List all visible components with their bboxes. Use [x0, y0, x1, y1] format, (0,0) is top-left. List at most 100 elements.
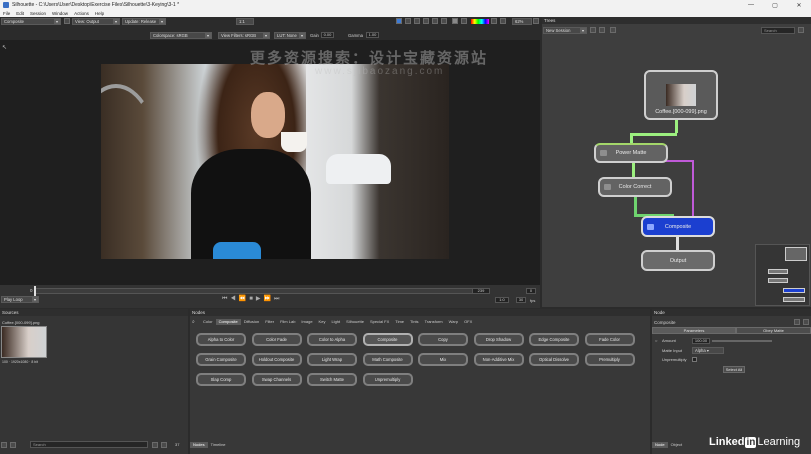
playhead[interactable] [34, 286, 36, 296]
matte-input-select[interactable]: Alpha ▾ [692, 347, 724, 354]
tab-color[interactable]: Color [200, 319, 216, 325]
close-button[interactable]: ✕ [787, 2, 811, 9]
fps-field[interactable]: 30 [516, 297, 526, 303]
tab-ofx[interactable]: OFX [461, 319, 475, 325]
trees-search[interactable]: Search [761, 27, 795, 34]
trees-menu-icon[interactable] [798, 27, 804, 33]
node-button-grain-composite[interactable]: Grain Composite [196, 353, 246, 366]
node-button-holdout-composite[interactable]: Holdout Composite [251, 353, 302, 366]
update-select[interactable]: Update: Release ▾ [122, 18, 166, 25]
mask-icon[interactable] [500, 18, 506, 24]
tab-silhouette[interactable]: Silhouette [343, 319, 367, 325]
list-view-icon[interactable] [152, 442, 158, 448]
node-button-color-to-alpha[interactable]: Color to Alpha [307, 333, 357, 346]
tab-key[interactable]: Key [316, 319, 329, 325]
menu-actions[interactable]: Actions [74, 11, 89, 16]
tree-settings-icon[interactable] [599, 27, 605, 33]
frame-current-field[interactable]: 239 [472, 288, 490, 294]
tab-obey-matte[interactable]: Obey Matte [736, 327, 811, 334]
node-button-light-wrap[interactable]: Light Wrap [307, 353, 357, 366]
amount-slider[interactable] [712, 340, 772, 342]
node-button-optical-dissolve[interactable]: Optical Dissolve [529, 353, 579, 366]
loop-select[interactable]: Play Loop ▾ [1, 296, 39, 303]
tab-parameters[interactable]: Parameters [652, 327, 736, 334]
pin-icon[interactable] [794, 319, 800, 325]
tab-light[interactable]: Light [328, 319, 343, 325]
grid-icon[interactable] [405, 18, 411, 24]
node-button-edge-composite[interactable]: Edge Composite [529, 333, 579, 346]
view-select[interactable]: View: Output ▾ [72, 18, 120, 25]
session-select[interactable]: New Session ▾ [543, 27, 587, 34]
mode-select[interactable]: Composite ▾ [1, 18, 61, 25]
zoom-icon[interactable] [414, 18, 420, 24]
node-button-mix[interactable]: Mix [418, 353, 468, 366]
overlay-icon[interactable] [396, 18, 402, 24]
tab-object[interactable]: Object [668, 442, 686, 448]
colorspace-select[interactable]: Colorspace: sRGB ▾ [150, 32, 212, 39]
grid-view-icon[interactable] [161, 442, 167, 448]
node-composite[interactable]: Composite [641, 216, 715, 237]
view-filter-select[interactable]: View Filters: sRGB ▾ [218, 32, 270, 39]
node-output[interactable]: Output [641, 250, 715, 271]
menu-session[interactable]: Session [30, 11, 46, 16]
node-button-fade-color[interactable]: Fade Color [584, 333, 635, 346]
node-button-alpha-to-color[interactable]: Alpha to Color [196, 333, 246, 346]
tab-composite[interactable]: Composite [215, 319, 241, 325]
gain-field[interactable]: 0.00 [321, 32, 334, 38]
tab-timeline[interactable]: Timeline [208, 442, 229, 448]
timeline-scrubber[interactable] [34, 288, 474, 294]
node-button-drop-shadow[interactable]: Drop Shadow [473, 333, 524, 346]
tab-node[interactable]: Node [652, 442, 668, 448]
node-button-unpremultiply[interactable]: Unpremultiply [362, 373, 413, 386]
menu-window[interactable]: Window [52, 11, 68, 16]
go-end-icon[interactable]: ⏭ [274, 296, 282, 302]
tab-transform[interactable]: Transform [422, 319, 446, 325]
settings-icon[interactable] [452, 18, 458, 24]
amount-field[interactable]: 100.00 [692, 338, 710, 344]
tab-filter[interactable]: Filter [262, 319, 277, 325]
stop-icon[interactable]: ■ [249, 296, 256, 302]
node-power-matte[interactable]: Power Matte [594, 143, 668, 163]
node-button-color-fade[interactable]: Color Fade [251, 333, 302, 346]
lut-select[interactable]: LUT: None ▾ [274, 32, 306, 39]
maximize-button[interactable]: ▢ [763, 2, 787, 9]
tab-time[interactable]: Time [392, 319, 407, 325]
source-thumbnail[interactable] [1, 326, 47, 358]
node-button-copy[interactable]: Copy [418, 333, 468, 346]
sources-search[interactable]: Search [30, 441, 148, 448]
gamma-field[interactable]: 1.00 [366, 32, 379, 38]
tab-nodes[interactable]: Nodes [190, 442, 208, 448]
tab-image[interactable]: Image [298, 319, 315, 325]
prev-key-icon[interactable]: ⏪ [239, 296, 249, 302]
node-button-switch-matte[interactable]: Switch Matte [307, 373, 357, 386]
menu-edit[interactable]: Edit [16, 11, 24, 16]
ratio-select[interactable]: 1:1 [236, 18, 254, 25]
next-key-icon[interactable]: ⏩ [264, 296, 274, 302]
lock-icon[interactable] [64, 18, 70, 24]
node-button-swap-channels[interactable]: Swap Channels [251, 373, 302, 386]
fit-icon[interactable] [533, 18, 539, 24]
tab-diffusion[interactable]: Diffusion [241, 319, 263, 325]
minimize-button[interactable]: — [739, 2, 763, 8]
frame-end-field[interactable]: 0 [526, 288, 536, 294]
menu-help[interactable]: Help [95, 11, 104, 16]
node-button-slap-comp[interactable]: Slap Comp [196, 373, 246, 386]
pan-icon[interactable] [423, 18, 429, 24]
tree-minimap[interactable] [755, 244, 810, 306]
sources-add-icon[interactable] [1, 442, 7, 448]
node-button-math-composite[interactable]: Math Composite [362, 353, 413, 366]
unpremultiply-checkbox[interactable] [692, 357, 697, 362]
rgb-icon[interactable] [491, 18, 497, 24]
cursor-icon[interactable]: ↖ [2, 44, 7, 51]
search-icon[interactable]: ⌕ [192, 319, 195, 325]
menu-file[interactable]: File [3, 11, 10, 16]
alpha-icon[interactable] [461, 18, 467, 24]
tab-warp[interactable]: Warp [446, 319, 461, 325]
tab-film-lab[interactable]: Film Lab [277, 319, 298, 325]
node-source[interactable]: Coffee.[000-099].png [644, 70, 718, 120]
tab-tints[interactable]: Tints [407, 319, 422, 325]
zoom-select[interactable]: 62% [512, 18, 532, 25]
step-back-icon[interactable]: ◀ [230, 296, 238, 302]
node-button-composite[interactable]: Composite [362, 333, 413, 346]
select-all-button[interactable]: Select All [723, 366, 745, 373]
